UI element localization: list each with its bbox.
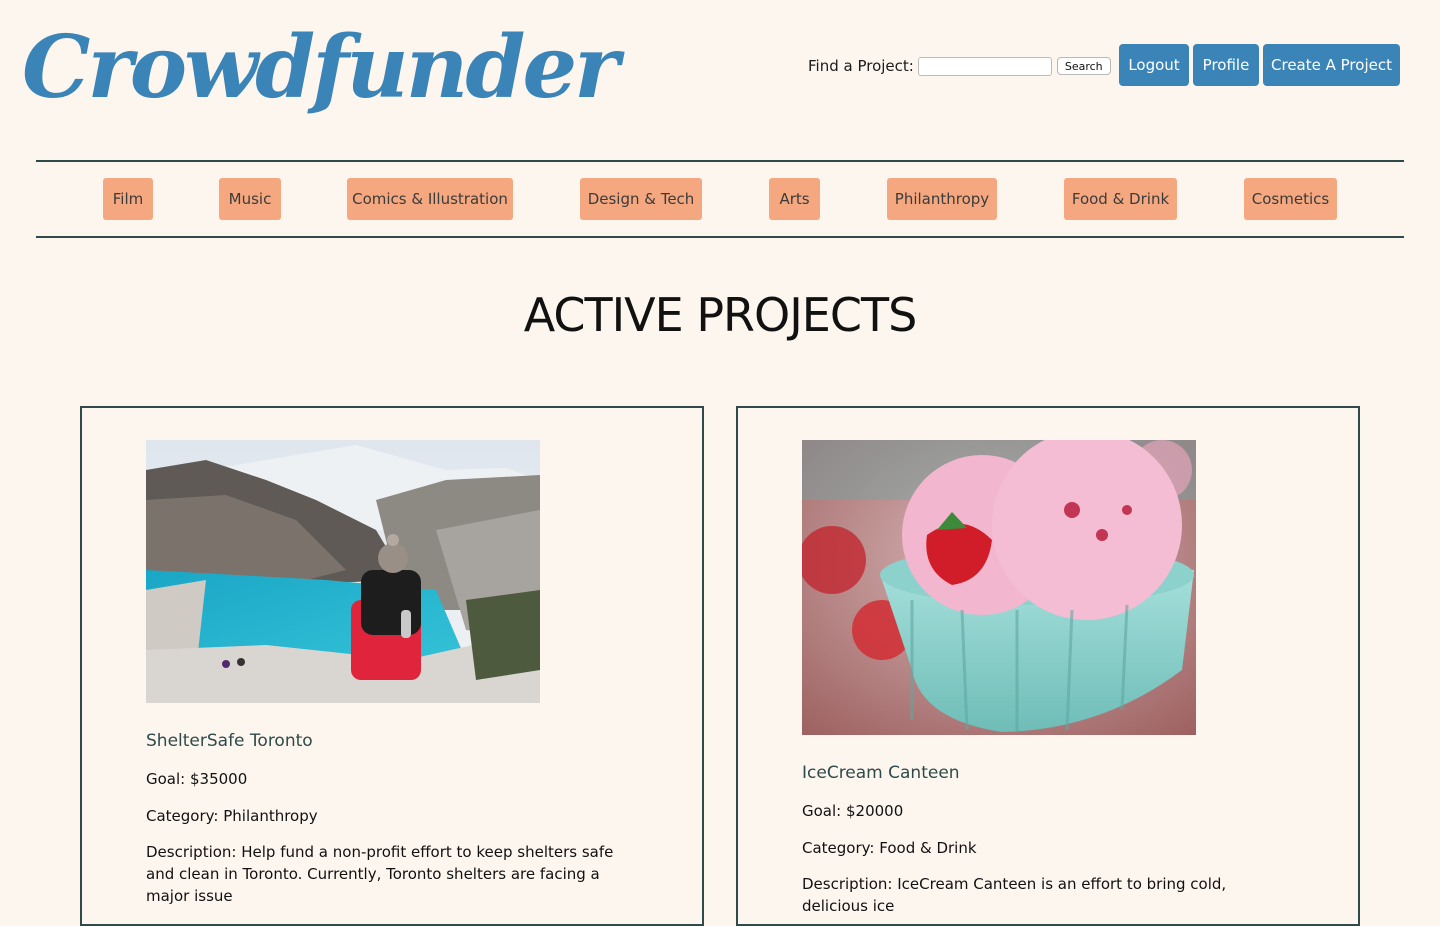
create-project-button[interactable]: Create A Project	[1263, 44, 1400, 86]
project-goal: Goal: $35000	[146, 770, 248, 788]
category-arts[interactable]: Arts	[769, 178, 820, 220]
profile-button[interactable]: Profile	[1193, 44, 1259, 86]
project-description: Description: IceCream Canteen is an effo…	[802, 875, 1227, 915]
category-philanthropy[interactable]: Philanthropy	[887, 178, 997, 220]
page-title: ACTIVE PROJECTS	[523, 288, 918, 342]
logout-button[interactable]: Logout	[1119, 44, 1189, 86]
project-image-ice-cream[interactable]	[802, 440, 1196, 735]
project-image-mountain-lake[interactable]	[146, 440, 540, 703]
search-button[interactable]: Search	[1056, 57, 1111, 75]
project-title[interactable]: IceCream Canteen	[802, 763, 1302, 783]
category-film[interactable]: Film	[103, 178, 153, 220]
category-food-drink[interactable]: Food & Drink	[1064, 178, 1177, 220]
category-comics-illustration[interactable]: Comics & Illustration	[347, 178, 513, 220]
project-card: IceCream Canteen Goal: $20000 Category: …	[736, 406, 1360, 926]
project-card: ShelterSafe Toronto Goal: $35000 Categor…	[80, 406, 704, 926]
search-input[interactable]	[917, 56, 1052, 76]
category-music[interactable]: Music	[219, 178, 281, 220]
project-description: Description: Help fund a non-profit effo…	[146, 843, 614, 905]
project-title[interactable]: ShelterSafe Toronto	[146, 731, 646, 751]
project-goal: Goal: $20000	[802, 802, 904, 820]
search-label: Find a Project:	[808, 57, 914, 75]
site-logo[interactable]: Crowdfunder	[22, 8, 619, 128]
category-design-tech[interactable]: Design & Tech	[580, 178, 702, 220]
nav-divider-top	[36, 160, 1404, 162]
project-category: Category: Philanthropy	[146, 807, 318, 825]
project-search: Find a Project: Search	[808, 54, 1111, 78]
category-cosmetics[interactable]: Cosmetics	[1244, 178, 1337, 220]
nav-divider-bottom	[36, 236, 1404, 238]
project-category: Category: Food & Drink	[802, 839, 977, 857]
